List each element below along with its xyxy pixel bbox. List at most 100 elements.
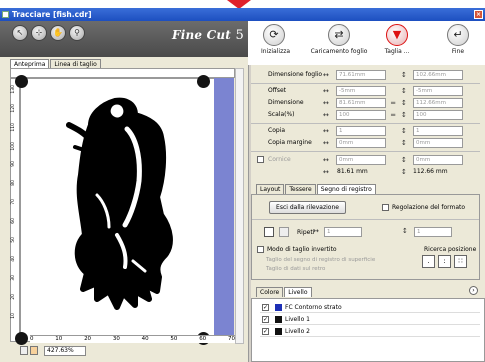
properties-panel: Dimensione foglio ↔ 71.61mm ↕ 102.66mm O… bbox=[251, 65, 485, 362]
dimension-width-field[interactable]: 81.61mm bbox=[336, 98, 386, 108]
tab-layer[interactable]: Livello bbox=[284, 287, 312, 297]
menu-arrow-icon[interactable]: › bbox=[469, 286, 478, 295]
node-tool-icon[interactable]: ⊹ bbox=[31, 25, 47, 41]
plot-area-band bbox=[214, 78, 234, 338]
ruler-label: 40 bbox=[141, 336, 149, 342]
offset-row: Offset ↔ -5mm ↕ -5mm bbox=[251, 85, 480, 97]
vertical-arrow-icon: ↕ bbox=[401, 71, 407, 79]
tab-color[interactable]: Colore bbox=[256, 287, 284, 297]
divider bbox=[251, 151, 480, 152]
ruler-label: 60 bbox=[11, 218, 16, 224]
tab-tiles[interactable]: Tessere bbox=[285, 184, 316, 194]
close-window-button[interactable]: × bbox=[474, 10, 483, 19]
position-four-dots-icon[interactable]: ∷ bbox=[454, 255, 467, 268]
repeat-y-field[interactable]: 1 bbox=[414, 227, 452, 237]
position-three-dots-icon[interactable]: : bbox=[438, 255, 451, 268]
layout-tabs: Layout Tessere Segno di registro bbox=[256, 184, 376, 194]
refresh-icon: ⟳ bbox=[263, 24, 285, 46]
sheet-height-field[interactable]: 102.66mm bbox=[413, 70, 463, 80]
copy-margin-row: Copia margine ↔ 0mm ↕ 0mm bbox=[251, 137, 480, 149]
dimension-height-field[interactable]: 112.66mm bbox=[413, 98, 463, 108]
layer-list: ✓ FC Contorno strato ✓ Livello 1 ✓ Livel… bbox=[251, 298, 485, 362]
frame-x-field[interactable]: 0mm bbox=[336, 155, 386, 165]
preview-canvas[interactable] bbox=[15, 75, 234, 345]
window-title: Tracciare [fish.cdr] bbox=[12, 10, 92, 19]
ruler-label: 50 bbox=[170, 336, 178, 342]
layer-row[interactable]: ✓ FC Contorno strato bbox=[260, 302, 480, 313]
horizontal-arrow-icon: ↔ bbox=[323, 156, 329, 164]
total-height: 112.66 mm bbox=[413, 168, 448, 175]
ruler-label: 130 bbox=[11, 85, 16, 94]
sheet-width-field[interactable]: 71.61mm bbox=[336, 70, 386, 80]
bottom-tabs: Colore Livello bbox=[256, 287, 312, 297]
layer-visible-checkbox[interactable]: ✓ bbox=[262, 316, 269, 323]
copy-margin-x-field[interactable]: 0mm bbox=[336, 138, 386, 148]
offset-x-field[interactable]: -5mm bbox=[336, 86, 386, 96]
mark-type-page-icon[interactable] bbox=[279, 227, 289, 237]
layer-color-swatch bbox=[275, 316, 282, 323]
vertical-scrollbar[interactable] bbox=[235, 68, 244, 344]
frame-y-field[interactable]: 0mm bbox=[413, 155, 463, 165]
scale-row: Scala(%) ↔ 100 ═ ↕ 100 bbox=[251, 109, 480, 121]
ruler-label: 80 bbox=[11, 180, 16, 186]
back-data-option[interactable]: Taglio di dati sul retro bbox=[266, 266, 325, 272]
tab-registration-mark[interactable]: Segno di registro bbox=[316, 184, 376, 194]
repeat-x-field[interactable]: 1 bbox=[324, 227, 362, 237]
cut-pen-icon: ▼ bbox=[386, 24, 408, 46]
layer-visible-checkbox[interactable]: ✓ bbox=[262, 304, 269, 311]
link-icon[interactable]: ═ bbox=[391, 109, 395, 121]
offset-y-field[interactable]: -5mm bbox=[413, 86, 463, 96]
layer-row[interactable]: ✓ Livello 1 bbox=[260, 314, 480, 325]
tab-layout[interactable]: Layout bbox=[256, 184, 285, 194]
copies-row: Copia ↔ 1 ↕ 1 bbox=[251, 125, 480, 137]
link-icon[interactable]: ═ bbox=[391, 97, 395, 109]
frame-checkbox[interactable] bbox=[257, 156, 264, 163]
zoom-input[interactable]: 427.63% bbox=[44, 346, 86, 356]
ruler-label: 0 bbox=[30, 336, 34, 342]
layer-view-icon[interactable] bbox=[30, 346, 38, 355]
horizontal-arrow-icon: ↔ bbox=[323, 111, 329, 119]
horizontal-arrow-icon: ↔ bbox=[323, 99, 329, 107]
layer-color-swatch bbox=[275, 328, 282, 335]
load-sheet-button[interactable]: ⇄ Caricamento foglio bbox=[309, 24, 369, 55]
status-bar: 427.63% bbox=[20, 345, 245, 357]
arrow-tool-icon[interactable]: ↖ bbox=[12, 25, 28, 41]
layer-visible-checkbox[interactable]: ✓ bbox=[262, 328, 269, 335]
zoom-tool-icon[interactable]: ⚲ bbox=[69, 25, 85, 41]
copies-y-field[interactable]: 1 bbox=[413, 126, 463, 136]
scale-x-field[interactable]: 100 bbox=[336, 110, 386, 120]
totals-row: ↔ 81.61 mm ↕ 112.66 mm bbox=[251, 166, 480, 178]
cut-button[interactable]: ▼ Taglia ... bbox=[382, 24, 412, 55]
hand-tool-icon[interactable]: ✋ bbox=[50, 25, 66, 41]
position-two-dots-icon[interactable]: . bbox=[422, 255, 435, 268]
initialize-button[interactable]: ⟳ Inizializza bbox=[261, 24, 290, 55]
ruler-label: 60 bbox=[199, 336, 207, 342]
dimension-row: Dimensione ↔ 81.61mm ═ ↕ 112.66mm bbox=[251, 97, 480, 109]
ruler-label: 110 bbox=[11, 123, 16, 132]
format-adjust-checkbox[interactable] bbox=[382, 204, 389, 211]
horizontal-arrow-icon: ↔ bbox=[313, 227, 319, 235]
copies-x-field[interactable]: 1 bbox=[336, 126, 386, 136]
scale-y-field[interactable]: 100 bbox=[413, 110, 463, 120]
ruler-label: 100 bbox=[11, 142, 16, 151]
ruler-label: 40 bbox=[11, 256, 16, 262]
finecut-logo: Fine Cut 5 bbox=[172, 28, 244, 43]
repeat-label: Ripeti bbox=[297, 229, 315, 236]
search-position-label: Ricerca posizione bbox=[424, 246, 477, 253]
invert-mode-label: Modo di taglio invertito bbox=[267, 246, 337, 253]
vertical-ruler: 130 120 110 100 90 80 70 60 50 40 30 20 10 bbox=[10, 78, 20, 342]
vertical-arrow-icon: ↕ bbox=[401, 111, 407, 119]
surface-mark-option[interactable]: Taglio del segno di registro di superfic… bbox=[266, 257, 375, 263]
grid-view-icon[interactable] bbox=[20, 346, 28, 355]
finish-button[interactable]: ↵ Fine bbox=[446, 24, 470, 55]
ruler-label: 30 bbox=[11, 275, 16, 281]
vertical-arrow-icon: ↕ bbox=[402, 227, 408, 235]
copy-margin-y-field[interactable]: 0mm bbox=[413, 138, 463, 148]
mark-type-grid-icon[interactable] bbox=[264, 227, 274, 237]
total-width: 81.61 mm bbox=[337, 168, 368, 175]
divider bbox=[252, 219, 479, 220]
layer-row[interactable]: ✓ Livello 2 bbox=[260, 326, 480, 337]
exit-detection-button[interactable]: Esci dalla rilevazione bbox=[269, 201, 346, 214]
invert-mode-checkbox[interactable] bbox=[257, 246, 264, 253]
sheet-size-row: Dimensione foglio ↔ 71.61mm ↕ 102.66mm bbox=[251, 69, 480, 81]
